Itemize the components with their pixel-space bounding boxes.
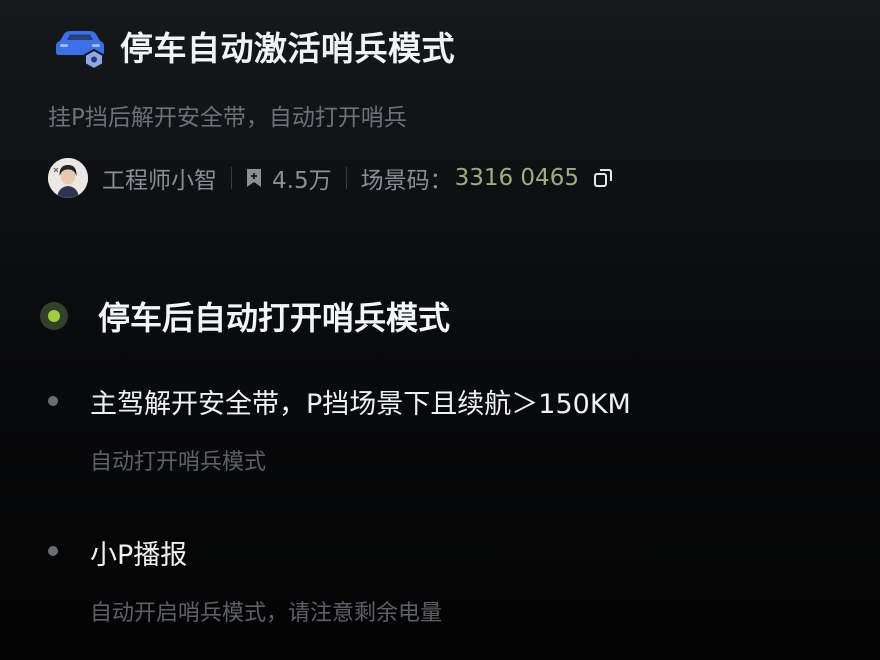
page-subtitle: 挂P挡后解开安全带，自动打开哨兵 — [48, 105, 407, 131]
step-bullet — [48, 546, 58, 556]
meta-row: 工程师小智 4.5万 场景码： 3316 0465 — [48, 157, 613, 199]
copy-icon[interactable] — [593, 168, 613, 188]
step-bullet — [48, 396, 58, 406]
step-description: 自动打开哨兵模式 — [90, 450, 267, 475]
scene-code-label: 场景码： — [360, 168, 453, 194]
favorites-count: 4.5万 — [272, 168, 332, 194]
scene-code: 3316 0465 — [454, 165, 579, 191]
divider — [231, 167, 232, 189]
divider — [345, 167, 347, 189]
section-header: 停车后自动打开哨兵模式 — [40, 292, 450, 340]
section-title: 停车后自动打开哨兵模式 — [98, 299, 451, 337]
avatar[interactable] — [48, 158, 88, 198]
step-title: 小P播报 — [90, 540, 188, 571]
bookmark-icon[interactable] — [246, 168, 262, 188]
step-title: 主驾解开安全带，P挡场景下且续航＞150KM — [90, 389, 631, 420]
page-title: 停车自动激活哨兵模式 — [120, 29, 455, 68]
car-shield-icon — [52, 22, 108, 70]
author-name[interactable]: 工程师小智 — [102, 161, 217, 195]
section-dot-icon — [40, 302, 68, 330]
step-description: 自动开启哨兵模式，请注意剩余电量 — [90, 601, 443, 626]
header: 停车自动激活哨兵模式 — [52, 22, 455, 70]
